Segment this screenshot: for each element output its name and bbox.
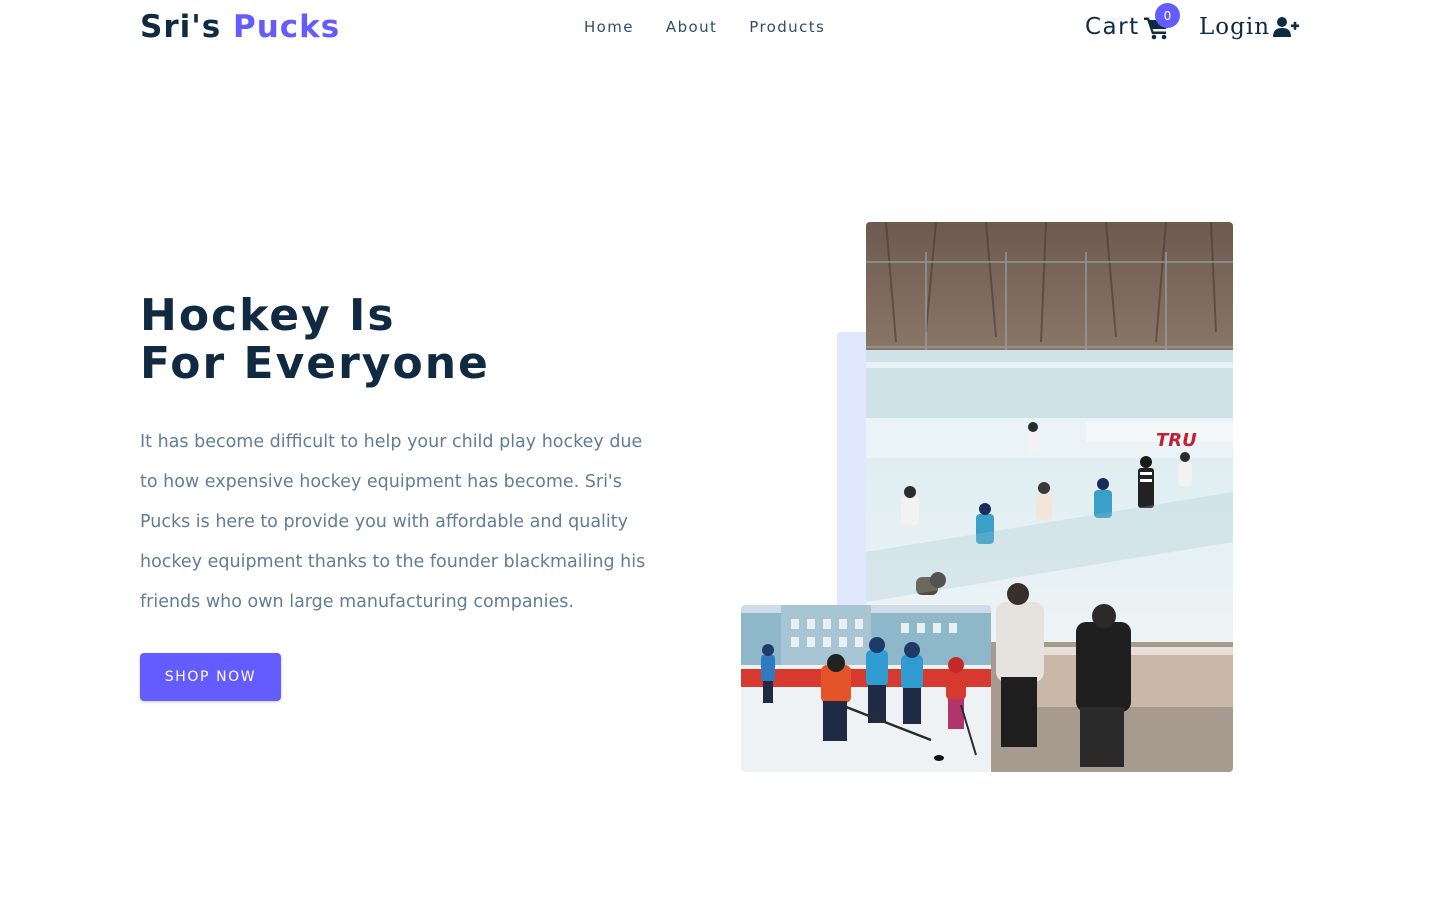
nav-link-home[interactable]: Home xyxy=(584,17,634,37)
logo[interactable]: Sri's Pucks xyxy=(140,8,340,46)
hero-title-line1: Hockey Is xyxy=(140,290,396,341)
hero-accent-image xyxy=(741,605,991,772)
hero-title-line2: For Everyone xyxy=(140,338,490,389)
svg-text:TRU: TRU xyxy=(1156,430,1197,451)
hero-title: Hockey Is For Everyone xyxy=(140,292,490,388)
logo-text-part1: Sri's xyxy=(140,9,222,45)
navbar: Sri's Pucks Home About Products Cart 0 L… xyxy=(0,0,1440,56)
nav-link-about[interactable]: About xyxy=(666,17,717,37)
cart-label: Cart xyxy=(1085,14,1140,40)
logo-text-part2: Pucks xyxy=(232,9,341,45)
user-plus-icon xyxy=(1273,17,1300,37)
login-button[interactable]: Login xyxy=(1199,10,1300,44)
nav-links: Home About Products xyxy=(584,17,857,37)
kids-hockey-illustration xyxy=(741,605,991,772)
shop-now-button[interactable]: SHOP NOW xyxy=(140,653,281,701)
hero-description: It has become difficult to help your chi… xyxy=(140,432,646,612)
login-label: Login xyxy=(1199,14,1271,40)
nav-link-products[interactable]: Products xyxy=(749,17,825,37)
cart-button[interactable]: Cart 0 xyxy=(1085,3,1180,44)
cart-count-badge: 0 xyxy=(1155,3,1180,28)
